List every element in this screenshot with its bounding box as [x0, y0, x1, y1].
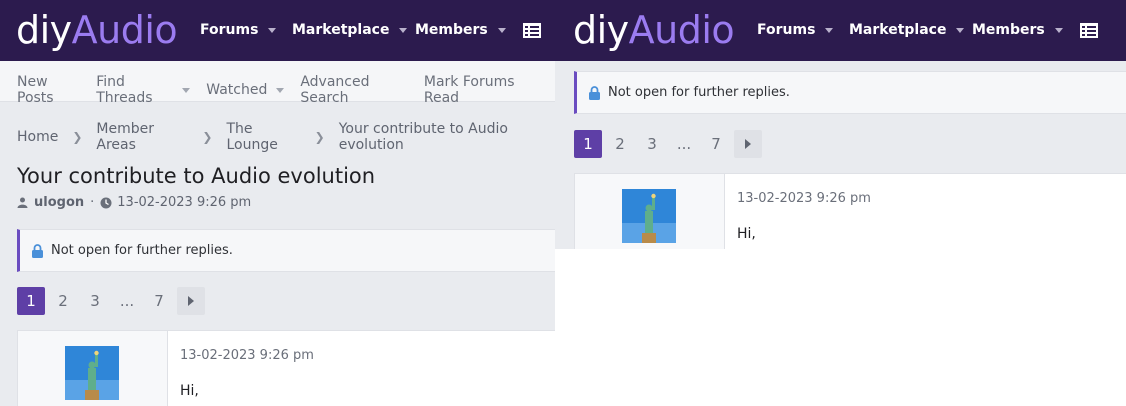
nav-marketplace-label: Marketplace: [292, 22, 390, 38]
page-1-button[interactable]: 1: [17, 287, 45, 315]
page-title: Your contribute to Audio evolution: [17, 164, 376, 188]
nav-marketplace[interactable]: Marketplace: [849, 22, 965, 38]
locked-notice-text: Not open for further replies.: [608, 85, 790, 100]
thread-date[interactable]: 13-02-2023 9:26 pm: [117, 195, 251, 210]
subnav-mark-forums-read[interactable]: Mark Forums Read: [424, 74, 539, 106]
left-screenshot-pane: diyAudio Forums Marketplace Members New …: [0, 0, 555, 406]
site-header: diyAudio Forums Marketplace Members: [0, 0, 555, 61]
breadcrumb-member-areas[interactable]: Member Areas: [96, 121, 188, 153]
chevron-down-icon[interactable]: [497, 28, 506, 33]
chevron-right-icon: ❯: [72, 130, 83, 144]
chevron-down-icon[interactable]: [276, 88, 285, 93]
nav-members[interactable]: Members: [415, 22, 506, 38]
nav-members[interactable]: Members: [972, 22, 1063, 38]
next-page-button[interactable]: [734, 130, 762, 158]
right-screenshot-pane: diyAudio Forums Marketplace Members Not …: [555, 0, 1126, 249]
user-icon: [17, 197, 28, 208]
nav-members-label: Members: [972, 22, 1045, 38]
thread-author[interactable]: ulogon: [34, 195, 84, 210]
lock-icon: [32, 243, 43, 258]
site-logo[interactable]: diyAudio: [573, 8, 735, 52]
pagination: 1 2 3 ... 7: [574, 130, 766, 158]
caret-right-icon: [188, 296, 194, 306]
post-card: 13-02-2023 9:26 pm Hi,: [17, 330, 555, 406]
subnav-watched[interactable]: Watched: [206, 74, 285, 106]
site-logo[interactable]: diyAudio: [16, 8, 178, 52]
page-3-button[interactable]: 3: [81, 287, 109, 315]
avatar[interactable]: [65, 346, 119, 400]
subnav-advanced-search[interactable]: Advanced Search: [300, 74, 408, 106]
locked-notice: Not open for further replies.: [574, 71, 1126, 114]
breadcrumb: Home ❯ Member Areas ❯ The Lounge ❯ Your …: [17, 121, 555, 153]
page-2-button[interactable]: 2: [49, 287, 77, 315]
list-icon[interactable]: [523, 23, 541, 38]
page-3-button[interactable]: 3: [638, 130, 666, 158]
post-user-panel: [575, 174, 725, 249]
breadcrumb-the-lounge[interactable]: The Lounge: [226, 121, 300, 153]
lock-icon: [589, 85, 600, 100]
breadcrumb-thread[interactable]: Your contribute to Audio evolution: [339, 121, 555, 153]
meta-separator: ·: [90, 195, 95, 210]
post-date[interactable]: 13-02-2023 9:26 pm: [180, 348, 314, 363]
subnav-find-threads[interactable]: Find Threads: [96, 74, 191, 106]
site-header: diyAudio Forums Marketplace Members: [555, 0, 1126, 61]
page-2-button[interactable]: 2: [606, 130, 634, 158]
page-ellipsis[interactable]: ...: [113, 287, 141, 315]
nav-forums[interactable]: Forums: [757, 22, 834, 38]
chevron-right-icon: ❯: [202, 130, 213, 144]
page-ellipsis[interactable]: ...: [670, 130, 698, 158]
chevron-down-icon[interactable]: [182, 88, 191, 93]
chevron-right-icon: ❯: [314, 130, 325, 144]
pagination: 1 2 3 ... 7: [17, 287, 209, 315]
locked-notice: Not open for further replies.: [17, 229, 555, 272]
post-date[interactable]: 13-02-2023 9:26 pm: [737, 191, 871, 206]
nav-members-label: Members: [415, 22, 488, 38]
page-7-button[interactable]: 7: [145, 287, 173, 315]
chevron-down-icon[interactable]: [1054, 28, 1063, 33]
caret-right-icon: [745, 139, 751, 149]
breadcrumb-home[interactable]: Home: [17, 129, 58, 145]
nav-forums-label: Forums: [757, 22, 816, 38]
subnav-new-posts[interactable]: New Posts: [17, 74, 80, 106]
locked-notice-text: Not open for further replies.: [51, 243, 233, 258]
clock-icon: [100, 197, 112, 208]
next-page-button[interactable]: [177, 287, 205, 315]
page-7-button[interactable]: 7: [702, 130, 730, 158]
sub-navigation: New Posts Find Threads Watched Advanced …: [0, 61, 555, 106]
post-user-panel: [18, 331, 168, 406]
nav-marketplace[interactable]: Marketplace: [292, 22, 408, 38]
page-1-button[interactable]: 1: [574, 130, 602, 158]
nav-marketplace-label: Marketplace: [849, 22, 947, 38]
chevron-down-icon[interactable]: [825, 28, 834, 33]
nav-forums[interactable]: Forums: [200, 22, 277, 38]
post-card: 13-02-2023 9:26 pm Hi,: [574, 173, 1126, 249]
nav-forums-label: Forums: [200, 22, 259, 38]
chevron-down-icon[interactable]: [399, 28, 408, 33]
post-body: Hi,: [180, 383, 199, 399]
list-icon[interactable]: [1080, 23, 1098, 38]
chevron-down-icon[interactable]: [268, 28, 277, 33]
post-body: Hi,: [737, 226, 756, 242]
chevron-down-icon[interactable]: [956, 28, 965, 33]
avatar[interactable]: [622, 189, 676, 243]
thread-meta: ulogon · 13-02-2023 9:26 pm: [17, 195, 251, 210]
